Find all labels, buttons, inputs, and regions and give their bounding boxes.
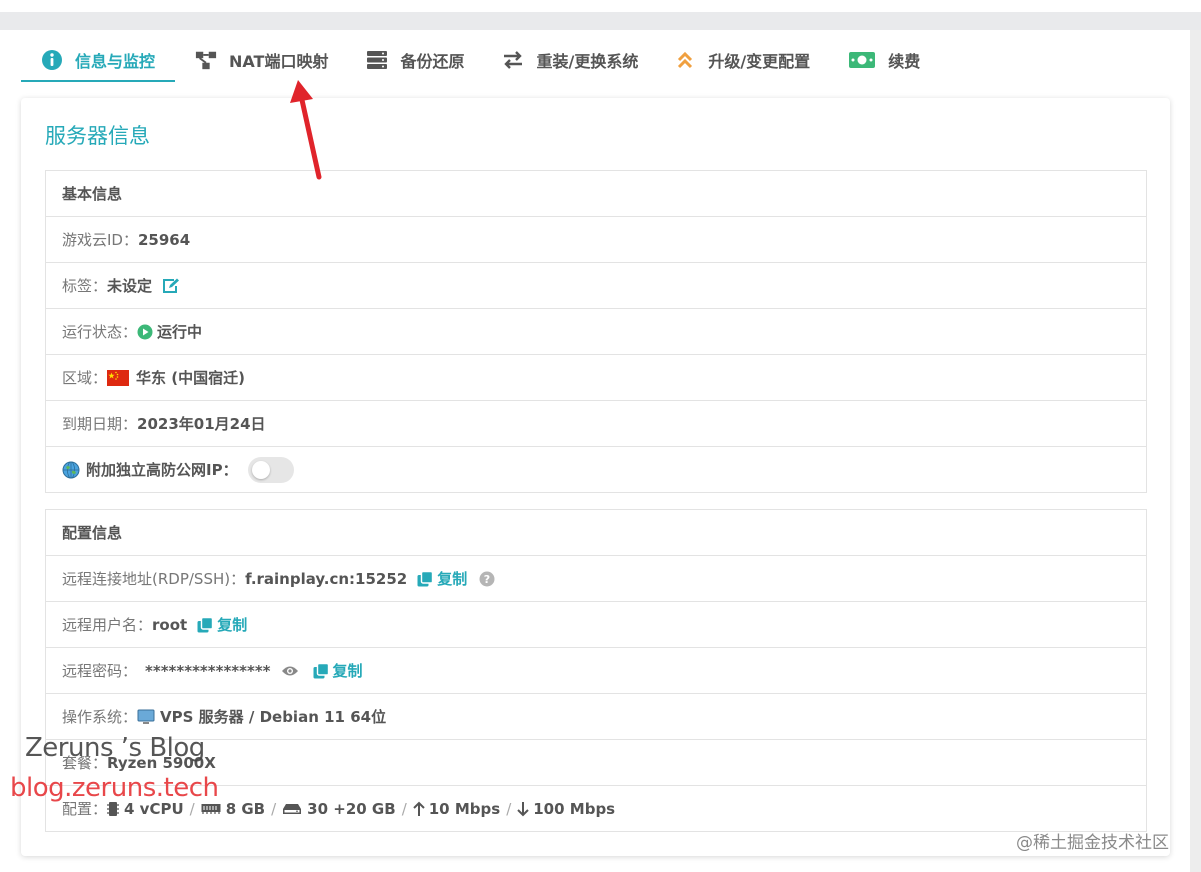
section-header: 基本信息: [46, 171, 1146, 217]
section-header: 配置信息: [46, 510, 1146, 556]
tab-backup-restore[interactable]: 备份还原: [366, 40, 464, 80]
server-stack-icon: [366, 49, 388, 71]
row-remote-password: 远程密码： **************** 复制: [46, 648, 1146, 694]
field-label: 运行状态：: [62, 323, 138, 341]
status-value: 运行中: [157, 323, 203, 341]
region-value: 华东 (中国宿迁): [136, 369, 245, 387]
spec-separator: /: [401, 799, 407, 818]
play-circle-icon: [137, 324, 153, 340]
public-ip-label: 附加独立高防公网IP：: [86, 461, 238, 479]
copy-icon: [313, 662, 329, 679]
tab-label: 续费: [888, 52, 921, 71]
field-label: 游戏云ID：: [62, 231, 138, 249]
tab-reinstall-system[interactable]: 重装/更换系统: [502, 40, 638, 80]
copy-icon: [197, 616, 214, 633]
tab-nat-port-mapping[interactable]: NAT端口映射: [195, 40, 328, 80]
tab-label: 重装/更换系统: [536, 52, 639, 71]
double-chevron-up-icon: [674, 49, 696, 71]
edit-icon[interactable]: [162, 278, 180, 294]
public-ip-toggle[interactable]: [247, 456, 294, 483]
copy-user-button[interactable]: 复制: [197, 614, 247, 635]
field-label: 区域：: [62, 369, 108, 387]
top-bar: [0, 12, 1201, 30]
spec-upload: 10 Mbps: [428, 799, 501, 818]
tab-label: 升级/变更配置: [708, 52, 811, 71]
os-value: VPS 服务器 / Debian 11 64位: [160, 708, 387, 726]
memory-icon: [201, 803, 221, 815]
copy-icon: [417, 570, 434, 587]
row-expiry: 到期日期： 2023年01月24日: [46, 401, 1146, 447]
copy-label: 复制: [217, 616, 248, 634]
money-bill-icon: [848, 49, 876, 71]
spec-separator: /: [506, 799, 512, 818]
copy-label: 复制: [332, 662, 363, 680]
field-label: 远程密码：: [62, 662, 138, 680]
swap-arrows-icon: [502, 49, 524, 71]
juejin-watermark: @稀土掘金技术社区: [1016, 833, 1169, 853]
tab-upgrade-config[interactable]: 升级/变更配置: [674, 40, 810, 80]
globe-icon: [62, 461, 80, 479]
field-label: 远程用户名：: [62, 616, 153, 634]
blog-url-watermark: blog.zeruns.tech: [10, 773, 219, 803]
info-circle-icon: [41, 49, 63, 71]
window-top-strip: [0, 0, 1201, 12]
network-nodes-icon: [195, 49, 217, 71]
eye-icon[interactable]: [281, 665, 299, 677]
arrow-down-icon: [517, 801, 529, 817]
row-region: 区域： 华东 (中国宿迁): [46, 355, 1146, 401]
cloud-id-value: 25964: [137, 230, 191, 249]
monitor-icon: [137, 709, 155, 725]
row-cloud-id: 游戏云ID： 25964: [46, 217, 1146, 263]
remote-user-value: root: [152, 615, 188, 634]
copy-password-button[interactable]: 复制: [313, 660, 363, 681]
copy-label: 复制: [437, 570, 468, 588]
spec-ram: 8 GB: [225, 799, 266, 818]
spec-disk: 30 +20 GB: [307, 799, 396, 818]
tag-value: 未设定: [107, 277, 153, 295]
row-status: 运行状态： 运行中: [46, 309, 1146, 355]
tab-bar: 信息与监控 NAT端口映射 备份还原 重装/更换系统 升级/变更配置 续费: [21, 40, 920, 82]
remote-password-value: ****************: [145, 661, 271, 680]
basic-info-section: 基本信息 游戏云ID： 25964 标签： 未设定 运行状态： 运行中 区域： …: [45, 170, 1147, 493]
expiry-value: 2023年01月24日: [137, 415, 266, 433]
tab-renew[interactable]: 续费: [848, 40, 920, 80]
scrollbar-track[interactable]: [1190, 30, 1201, 872]
row-tag: 标签： 未设定: [46, 263, 1146, 309]
hard-drive-icon: [282, 803, 302, 815]
toggle-knob: [251, 460, 270, 479]
tab-label: 信息与监控: [74, 52, 155, 71]
arrow-up-icon: [413, 801, 425, 817]
remote-address-value: f.rainplay.cn:15252: [245, 569, 408, 588]
card-title: 服务器信息: [45, 124, 150, 148]
spec-separator: /: [271, 799, 277, 818]
svg-text:?: ?: [484, 573, 490, 586]
row-remote-address: 远程连接地址(RDP/SSH)： f.rainplay.cn:15252 复制 …: [46, 556, 1146, 602]
help-circle-icon[interactable]: ?: [479, 571, 495, 587]
tab-label: 备份还原: [400, 52, 465, 71]
copy-address-button[interactable]: 复制: [417, 568, 467, 589]
field-label: 操作系统：: [62, 708, 138, 726]
field-label: 到期日期：: [62, 415, 138, 433]
tab-info-monitor[interactable]: 信息与监控: [21, 40, 175, 82]
row-remote-user: 远程用户名： root 复制: [46, 602, 1146, 648]
field-label: 远程连接地址(RDP/SSH)：: [62, 570, 246, 588]
blog-watermark: Zeruns ’s Blog: [25, 733, 205, 763]
row-public-ip: 附加独立高防公网IP：: [46, 447, 1146, 492]
china-flag-icon: [107, 369, 130, 386]
row-os: 操作系统： VPS 服务器 / Debian 11 64位: [46, 694, 1146, 740]
field-label: 标签：: [62, 277, 108, 295]
spec-download: 100 Mbps: [533, 799, 616, 818]
tab-label: NAT端口映射: [229, 52, 329, 71]
